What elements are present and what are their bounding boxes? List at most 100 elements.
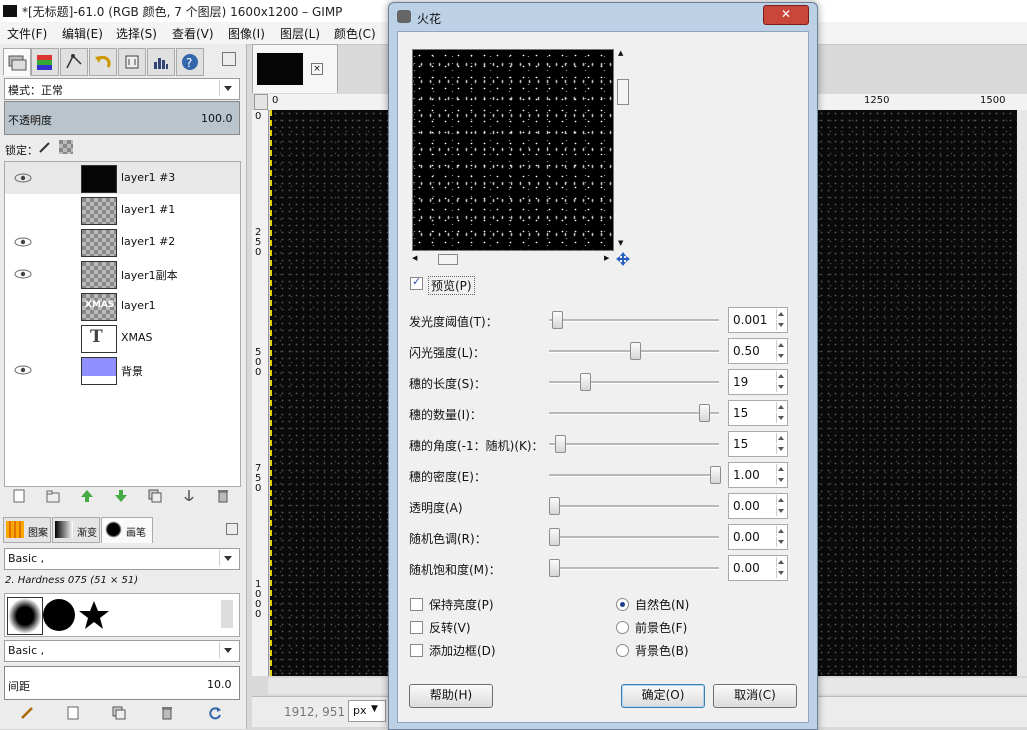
- tab-paths[interactable]: [60, 48, 88, 76]
- unit-select[interactable]: px ▼: [348, 700, 386, 722]
- layer-row[interactable]: T XMAS: [5, 322, 240, 354]
- spacing-slider[interactable]: 间距 10.0: [4, 666, 240, 700]
- new-brush-icon[interactable]: [66, 706, 80, 720]
- lower-layer-icon[interactable]: [114, 489, 128, 503]
- add-border-checkbox[interactable]: [410, 644, 423, 657]
- spin-up-icon[interactable]: [776, 495, 786, 505]
- layer-mode-select[interactable]: 模式： 正常: [4, 78, 240, 100]
- transparency-slider-handle[interactable]: [549, 497, 560, 515]
- spin-down-icon[interactable]: [776, 382, 786, 392]
- preview-hscroll[interactable]: ◀ ▶: [412, 254, 612, 265]
- spin-down-icon[interactable]: [776, 320, 786, 330]
- ruler-corner-button[interactable]: [254, 94, 268, 110]
- eye-icon[interactable]: [14, 173, 32, 183]
- menu-colors[interactable]: 颜色(C): [334, 25, 376, 42]
- transparency-spinbutton[interactable]: 0.00: [728, 493, 788, 519]
- opacity-slider[interactable]: 不透明度 100.0: [4, 101, 240, 135]
- tab-tool-options[interactable]: [118, 48, 146, 76]
- spin-up-icon[interactable]: [776, 557, 786, 567]
- spin-up-icon[interactable]: [776, 309, 786, 319]
- lock-pixels-icon[interactable]: [38, 140, 52, 154]
- refresh-icon[interactable]: [208, 706, 222, 720]
- keep-luminosity-checkbox[interactable]: [410, 598, 423, 611]
- spin-down-icon[interactable]: [776, 537, 786, 547]
- spin-up-icon[interactable]: [776, 464, 786, 474]
- spike-angle-slider-handle[interactable]: [555, 435, 567, 453]
- spin-down-icon[interactable]: [776, 475, 786, 485]
- tab-layers[interactable]: [3, 48, 31, 76]
- help-button[interactable]: 帮助(H): [409, 684, 493, 708]
- random-hue-slider-handle[interactable]: [549, 528, 560, 546]
- tab-help[interactable]: ?: [176, 48, 204, 76]
- scroll-thumb[interactable]: [617, 79, 629, 105]
- menu-layer[interactable]: 图层(L): [280, 25, 320, 42]
- transparency-slider[interactable]: [549, 505, 719, 508]
- preview-checkbox[interactable]: [410, 275, 423, 290]
- dock-menu-button[interactable]: [226, 523, 238, 535]
- tab-brushes[interactable]: 画笔: [101, 517, 153, 543]
- fuzzy-brush-icon[interactable]: [7, 597, 43, 635]
- new-layer-icon[interactable]: [12, 489, 26, 503]
- random-saturation-slider-handle[interactable]: [549, 559, 560, 577]
- preview-image[interactable]: [412, 49, 614, 251]
- eye-icon[interactable]: [14, 365, 32, 375]
- brush-tag-filter-2[interactable]: Basic ,: [4, 640, 240, 662]
- spin-down-icon[interactable]: [776, 444, 786, 454]
- layer-row[interactable]: 背景: [5, 354, 240, 386]
- spike-density-slider[interactable]: [549, 474, 719, 477]
- layer-row[interactable]: layer1副本: [5, 258, 240, 290]
- preview-vscroll[interactable]: ▲ ▼: [617, 49, 629, 249]
- layer-row[interactable]: XMAS layer1: [5, 290, 240, 322]
- eye-icon[interactable]: [14, 269, 32, 279]
- spin-up-icon[interactable]: [776, 371, 786, 381]
- dialog-close-button[interactable]: ✕: [763, 5, 809, 25]
- brush-grid-scrollbar[interactable]: [221, 600, 233, 628]
- tab-gradients[interactable]: 渐变: [52, 517, 100, 543]
- spike-length-spinbutton[interactable]: 19: [728, 369, 788, 395]
- luminosity-threshold-slider-handle[interactable]: [552, 311, 564, 329]
- spike-density-slider-handle[interactable]: [710, 466, 721, 484]
- spin-down-icon[interactable]: [776, 351, 786, 361]
- random-hue-spinbutton[interactable]: 0.00: [728, 524, 788, 550]
- background-color-radio[interactable]: [616, 644, 629, 657]
- duplicate-brush-icon[interactable]: [112, 706, 126, 720]
- spike-points-slider-handle[interactable]: [698, 404, 710, 422]
- tab-histogram[interactable]: [147, 48, 175, 76]
- scroll-right-icon[interactable]: ▶: [604, 254, 609, 262]
- spike-length-slider[interactable]: [549, 381, 719, 384]
- spin-up-icon[interactable]: [776, 526, 786, 536]
- duplicate-layer-icon[interactable]: [148, 489, 162, 503]
- menu-image[interactable]: 图像(I): [228, 25, 265, 42]
- image-tab[interactable]: ×: [252, 44, 338, 93]
- random-saturation-slider[interactable]: [549, 567, 719, 570]
- brush-tag-filter[interactable]: Basic ,: [4, 548, 240, 570]
- spike-points-spinbutton[interactable]: 15: [728, 400, 788, 426]
- spike-density-spinbutton[interactable]: 1.00: [728, 462, 788, 488]
- random-hue-slider[interactable]: [549, 536, 719, 539]
- layer-row[interactable]: layer1 #2: [5, 226, 240, 258]
- round-brush-icon[interactable]: [43, 599, 75, 631]
- tab-channels[interactable]: [31, 48, 59, 76]
- spin-up-icon[interactable]: [776, 340, 786, 350]
- spike-length-slider-handle[interactable]: [579, 373, 591, 391]
- dock-menu-button[interactable]: [222, 52, 236, 66]
- scroll-up-icon[interactable]: ▲: [618, 49, 623, 57]
- layer-row[interactable]: layer1 #1: [5, 194, 240, 226]
- flare-intensity-spinbutton[interactable]: 0.50: [728, 338, 788, 364]
- ok-button[interactable]: 确定(O): [621, 684, 705, 708]
- inverse-checkbox[interactable]: [410, 621, 423, 634]
- delete-brush-icon[interactable]: [160, 706, 174, 720]
- close-icon[interactable]: ×: [311, 63, 323, 75]
- spin-down-icon[interactable]: [776, 413, 786, 423]
- cancel-button[interactable]: 取消(C): [713, 684, 797, 708]
- spin-down-icon[interactable]: [776, 506, 786, 516]
- menu-view[interactable]: 查看(V): [172, 25, 214, 42]
- new-group-icon[interactable]: [46, 489, 60, 503]
- foreground-color-radio[interactable]: [616, 621, 629, 634]
- natural-color-radio[interactable]: [616, 598, 629, 611]
- tab-patterns[interactable]: 图案: [3, 517, 51, 543]
- scroll-left-icon[interactable]: ◀: [412, 254, 417, 262]
- menu-select[interactable]: 选择(S): [116, 25, 157, 42]
- layer-row[interactable]: layer1 #3: [5, 162, 240, 194]
- spike-points-slider[interactable]: [549, 412, 719, 415]
